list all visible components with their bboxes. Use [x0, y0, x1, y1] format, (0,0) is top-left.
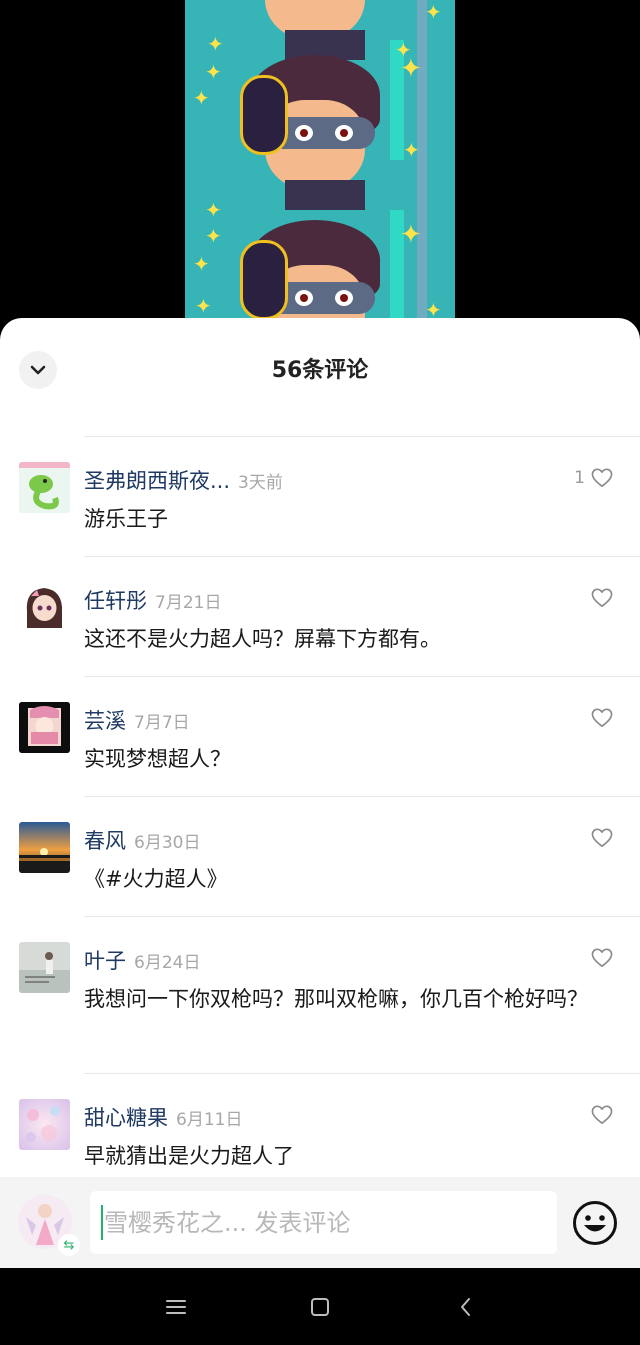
sparkle-icon: ✦: [195, 294, 212, 318]
comments-sheet: 56条评论 圣弗朗西斯夜... 3天前 游乐王子 1 任轩彤 7月21日 这还不…: [0, 318, 640, 1268]
comment-text: 这还不是火力超人吗？屏幕下方都有。: [84, 627, 441, 651]
video-stripe: [417, 0, 427, 340]
comment-time: 6月11日: [176, 1110, 243, 1130]
avatar[interactable]: [19, 462, 70, 513]
avatar[interactable]: [19, 1099, 70, 1150]
comment-time: 7月21日: [155, 593, 222, 613]
divider: [84, 556, 640, 557]
video-player[interactable]: ✦ ✦ ✦ ✦ ✦ ✦ ✦ ✦ ✦ ✦ ✦ ✦ ✦: [185, 0, 455, 340]
comment-username[interactable]: 春风 6月30日: [84, 825, 200, 855]
sparkle-icon: ✦: [193, 86, 210, 110]
system-navigation-bar: [0, 1268, 640, 1345]
divider: [84, 796, 640, 797]
avatar[interactable]: [19, 582, 70, 633]
comment-input[interactable]: [90, 1191, 557, 1254]
avatar[interactable]: [19, 702, 70, 753]
sparkle-icon: ✦: [193, 252, 210, 276]
comment-username[interactable]: 甜心糖果 6月11日: [84, 1102, 242, 1132]
menu-button[interactable]: [161, 1292, 191, 1322]
comment-item[interactable]: 圣弗朗西斯夜... 3天前 游乐王子 1: [0, 436, 640, 556]
comment-item[interactable]: 任轩彤 7月21日 这还不是火力超人吗？屏幕下方都有。: [0, 556, 640, 676]
sparkle-icon: ✦: [425, 298, 442, 322]
comment-item[interactable]: 芸溪 7月7日 实现梦想超人？: [0, 676, 640, 796]
divider: [84, 1073, 640, 1074]
heart-icon: [591, 828, 613, 847]
home-square-icon: [311, 1298, 329, 1316]
smiley-icon: [573, 1201, 617, 1245]
emoji-button[interactable]: [572, 1200, 618, 1246]
comment-text: 我想问一下你双枪吗？那叫双枪嘛，你几百个枪好吗？: [84, 987, 588, 1011]
comment-time: 6月24日: [134, 953, 201, 973]
comment-username[interactable]: 叶子 6月24日: [84, 945, 200, 975]
like-count: 1: [574, 468, 585, 488]
comment-time: 3天前: [238, 473, 283, 493]
sparkle-icon: ✦: [395, 38, 412, 62]
comment-text: 实现梦想超人？: [84, 747, 231, 771]
comment-item[interactable]: 甜心糖果 6月11日 早就猜出是火力超人了: [0, 1073, 640, 1193]
switch-account-icon[interactable]: ⇆: [58, 1234, 80, 1256]
sparkle-icon: ✦: [205, 60, 222, 84]
heart-icon: [591, 468, 613, 487]
comment-username[interactable]: 圣弗朗西斯夜... 3天前: [84, 465, 283, 495]
sparkle-icon: ✦: [207, 32, 224, 56]
sparkle-icon: ✦: [425, 0, 442, 24]
back-button[interactable]: [451, 1292, 481, 1322]
sparkle-icon: ✦: [205, 224, 222, 248]
heart-icon: [591, 588, 613, 607]
heart-icon: [591, 708, 613, 727]
divider: [84, 916, 640, 917]
comment-time: 7月7日: [134, 713, 190, 733]
comment-text: 《#火力超人》: [84, 867, 228, 891]
like-button[interactable]: [591, 708, 613, 728]
sheet-title: 56条评论: [271, 358, 369, 383]
like-button[interactable]: [591, 828, 613, 848]
comment-text: 游乐王子: [84, 507, 168, 531]
like-button[interactable]: 1: [574, 468, 613, 488]
comment-username[interactable]: 芸溪 7月7日: [84, 705, 190, 735]
comment-text: 早就猜出是火力超人了: [84, 1144, 294, 1168]
video-hero-frame: [240, 55, 390, 210]
video-hero-frame: [240, 0, 390, 60]
like-button[interactable]: [591, 588, 613, 608]
comment-time: 6月30日: [134, 833, 201, 853]
menu-icon: [166, 1300, 186, 1314]
like-button[interactable]: [591, 948, 613, 968]
avatar[interactable]: [19, 942, 70, 993]
heart-icon: [591, 948, 613, 967]
heart-icon: [591, 1105, 613, 1124]
avatar[interactable]: [19, 822, 70, 873]
back-arrow-icon: [461, 1298, 470, 1316]
divider: [84, 436, 640, 437]
home-button[interactable]: [305, 1292, 335, 1322]
sparkle-icon: ✦: [205, 198, 222, 222]
comment-item[interactable]: 春风 6月30日 《#火力超人》: [0, 796, 640, 916]
comment-input-bar: ⇆: [0, 1177, 640, 1268]
text-caret: [101, 1205, 103, 1240]
like-button[interactable]: [591, 1105, 613, 1125]
divider: [84, 676, 640, 677]
comment-username[interactable]: 任轩彤 7月21日: [84, 585, 221, 615]
sparkle-icon: ✦: [403, 138, 420, 162]
sparkle-icon: ✦: [400, 220, 422, 250]
comment-item[interactable]: 叶子 6月24日 我想问一下你双枪吗？那叫双枪嘛，你几百个枪好吗？: [0, 916, 640, 1072]
